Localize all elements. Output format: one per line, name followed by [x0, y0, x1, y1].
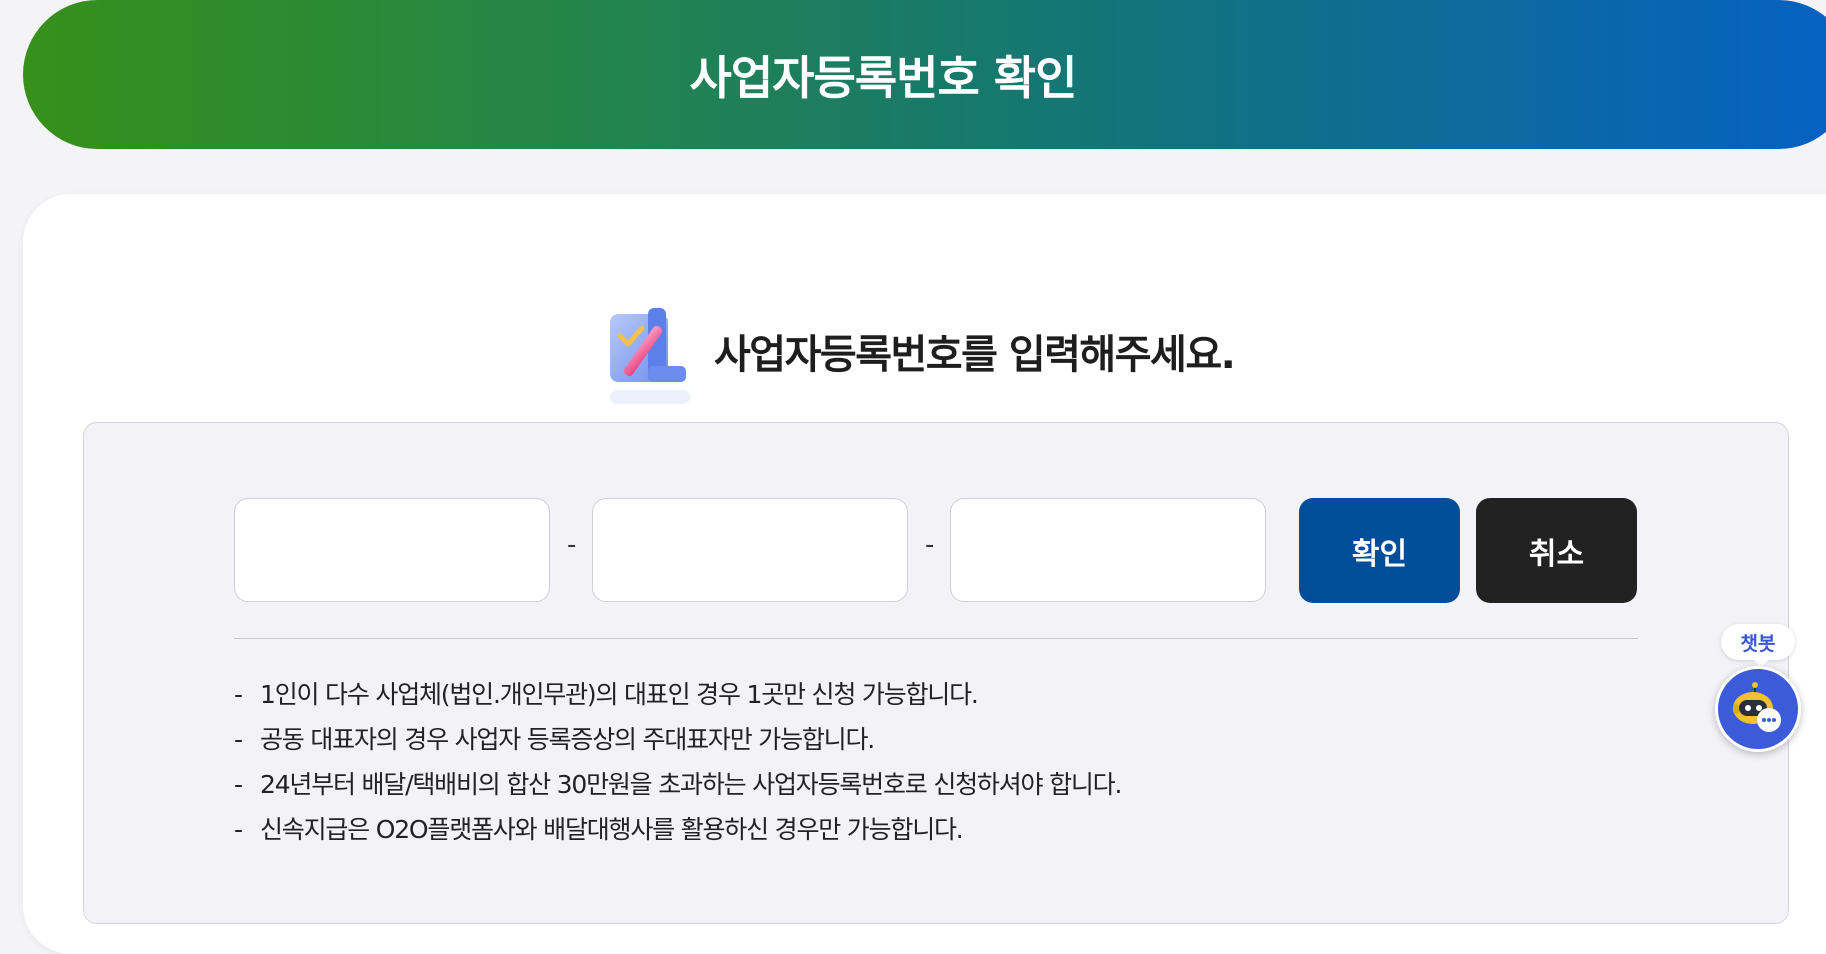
- business-number-part1-field[interactable]: [234, 498, 550, 602]
- divider: [234, 638, 1638, 639]
- separator-dash-1: -: [567, 530, 577, 560]
- notice-text: 신속지급은 O2O플랫폼사와 배달대행사를 활용하신 경우만 가능합니다.: [260, 815, 964, 844]
- notice-item: -1인이 다수 사업체(법인.개인무관)의 대표인 경우 1곳만 신청 가능합니…: [234, 672, 1121, 717]
- edit-document-icon: [608, 308, 698, 408]
- chatbot-button[interactable]: [1715, 666, 1801, 752]
- notice-list: -1인이 다수 사업체(법인.개인무관)의 대표인 경우 1곳만 신청 가능합니…: [234, 672, 1122, 852]
- notice-item: - 신속지급은 O2O플랫폼사와 배달대행사를 활용하신 경우만 가능합니다.: [234, 807, 1121, 852]
- prompt-title: 사업자등록번호를 입력해주세요.: [714, 332, 1236, 378]
- confirm-button[interactable]: 확인: [1299, 498, 1460, 603]
- notice-bullet: -: [234, 815, 243, 844]
- business-number-part3-field[interactable]: [950, 498, 1266, 602]
- business-number-part2-input[interactable]: [593, 499, 907, 601]
- notice-bullet: -: [234, 680, 243, 709]
- notice-bullet: -: [234, 725, 243, 754]
- separator-dash-2: -: [925, 530, 935, 560]
- business-number-part1-input[interactable]: [235, 499, 549, 601]
- chatbot-label[interactable]: 챗봇: [1721, 624, 1795, 668]
- business-number-part3-input[interactable]: [951, 499, 1265, 601]
- header-banner: 사업자등록번호 확인: [23, 0, 1826, 149]
- notice-item: -24년부터 배달/택배비의 합산 30만원을 초과하는 사업자등록번호로 신청…: [234, 762, 1122, 807]
- notice-text: 1인이 다수 사업체(법인.개인무관)의 대표인 경우 1곳만 신청 가능합니다…: [260, 680, 979, 709]
- chatbot-robot-icon: [1733, 682, 1781, 732]
- page-title: 사업자등록번호 확인: [689, 50, 1078, 105]
- cancel-button[interactable]: 취소: [1476, 498, 1637, 603]
- notice-text: 공동 대표자의 경우 사업자 등록증상의 주대표자만 가능합니다.: [260, 725, 875, 754]
- notice-item: - 공동 대표자의 경우 사업자 등록증상의 주대표자만 가능합니다.: [234, 717, 1121, 762]
- prompt-row: 사업자등록번호를 입력해주세요.: [608, 308, 1236, 408]
- business-number-part2-field[interactable]: [592, 498, 908, 602]
- notice-text: 24년부터 배달/택배비의 합산 30만원을 초과하는 사업자등록번호로 신청하…: [260, 770, 1122, 799]
- notice-bullet: -: [234, 770, 243, 799]
